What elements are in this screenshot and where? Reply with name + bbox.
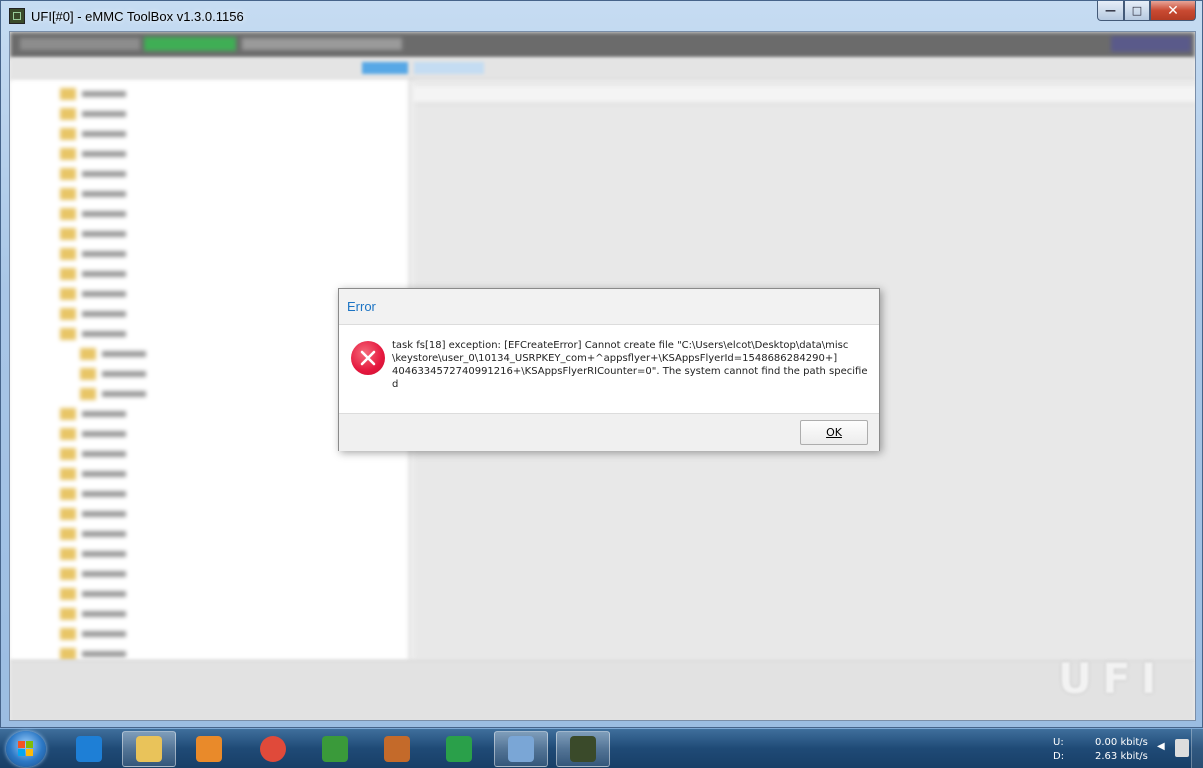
folder-row <box>60 148 170 160</box>
blurred-subbar <box>10 58 1195 80</box>
maximize-button[interactable]: □ <box>1124 1 1150 21</box>
photo-app-icon <box>384 736 410 762</box>
error-message: task fs[18] exception: [EFCreateError] C… <box>392 340 868 390</box>
ok-button[interactable]: OK <box>800 420 868 445</box>
folder-row <box>60 568 170 580</box>
media-player-icon <box>196 736 222 762</box>
folder-row <box>60 428 170 440</box>
minimize-button[interactable]: — <box>1097 1 1124 21</box>
dialog-body: task fs[18] exception: [EFCreateError] C… <box>339 325 879 413</box>
folder-row <box>80 368 190 380</box>
folder-row <box>60 188 170 200</box>
folder-row <box>60 508 170 520</box>
download-label: D: <box>1053 751 1065 762</box>
folder-row <box>60 308 170 320</box>
taskbar-media-player-button[interactable] <box>182 731 236 767</box>
taskbar-file-explorer-button[interactable] <box>122 731 176 767</box>
start-button[interactable] <box>6 731 46 767</box>
blurred-toolbar <box>10 32 1195 58</box>
blurred-status-area <box>10 660 1195 720</box>
close-button[interactable]: ✕ <box>1150 1 1196 21</box>
taskbar-network-tool-button[interactable] <box>308 731 362 767</box>
folder-row <box>60 648 170 660</box>
paint-app-icon <box>446 736 472 762</box>
taskbar-photo-app-button[interactable] <box>370 731 424 767</box>
folder-row <box>60 108 170 120</box>
folder-row <box>60 548 170 560</box>
folder-row <box>60 408 170 420</box>
window-title: UFI[#0] - eMMC ToolBox v1.3.0.1156 <box>31 8 244 24</box>
folder-row <box>60 588 170 600</box>
dialog-header[interactable]: Error <box>339 289 879 325</box>
taskbar: U: 0.00 kbit/s D: 2.63 kbit/s ◀ <box>0 728 1203 768</box>
folder-row <box>60 488 170 500</box>
ufi-toolbox-icon <box>570 736 596 762</box>
folder-row <box>60 468 170 480</box>
folder-row <box>80 348 190 360</box>
error-icon <box>351 341 385 375</box>
upload-label: U: <box>1053 737 1064 748</box>
folder-row <box>60 268 170 280</box>
ufi-watermark-logo: UFI <box>1058 654 1167 703</box>
file-explorer-icon <box>136 736 162 762</box>
folder-row <box>60 228 170 240</box>
folder-row <box>60 628 170 640</box>
folder-row <box>60 88 170 100</box>
folder-row <box>60 168 170 180</box>
folder-row <box>60 208 170 220</box>
folder-row <box>80 388 190 400</box>
taskbar-ufi-toolbox-button[interactable] <box>556 731 610 767</box>
error-dialog: Error task fs[18] exception: [EFCreateEr… <box>338 288 880 451</box>
system-tray: U: 0.00 kbit/s D: 2.63 kbit/s ◀ <box>1043 729 1203 768</box>
control-panel-icon <box>508 736 534 762</box>
taskbar-chrome-button[interactable] <box>246 731 300 767</box>
internet-explorer-icon <box>76 736 102 762</box>
folder-row <box>60 288 170 300</box>
folder-row <box>60 248 170 260</box>
folder-row <box>60 608 170 620</box>
folder-row <box>60 448 170 460</box>
title-bar[interactable]: UFI[#0] - eMMC ToolBox v1.3.0.1156 — □ ✕ <box>1 1 1202 31</box>
download-rate: 2.63 kbit/s <box>1095 751 1148 762</box>
folder-row <box>60 128 170 140</box>
taskbar-paint-app-button[interactable] <box>432 731 486 767</box>
dialog-footer: OK <box>339 413 879 451</box>
chevron-left-icon[interactable]: ◀ <box>1157 741 1165 752</box>
dialog-title: Error <box>347 299 376 314</box>
window-controls: — □ ✕ <box>1097 1 1196 21</box>
network-tool-icon <box>322 736 348 762</box>
folder-row <box>60 528 170 540</box>
upload-rate: 0.00 kbit/s <box>1095 737 1148 748</box>
windows-flag-icon <box>18 741 34 757</box>
chrome-icon <box>260 736 286 762</box>
show-desktop-button[interactable] <box>1191 729 1203 768</box>
folder-row <box>60 328 170 340</box>
tray-device-icon[interactable] <box>1175 739 1189 757</box>
taskbar-control-panel-button[interactable] <box>494 731 548 767</box>
taskbar-internet-explorer-button[interactable] <box>62 731 116 767</box>
app-chip-icon <box>9 8 25 24</box>
